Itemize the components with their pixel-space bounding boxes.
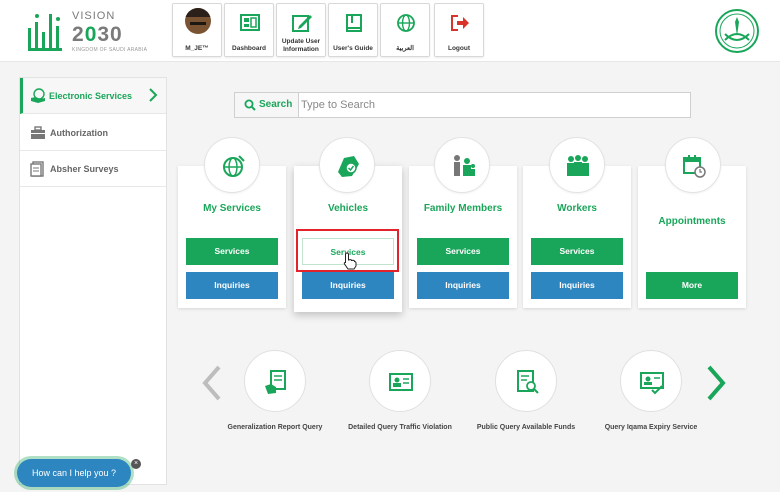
card-title: Family Members — [423, 203, 503, 214]
quick-access-iqama-expiry[interactable] — [620, 350, 682, 412]
hand-cursor-icon — [343, 252, 357, 270]
edit-icon — [292, 15, 312, 32]
card-title: Workers — [557, 203, 597, 214]
id-card-icon — [389, 373, 413, 391]
logout-icon — [451, 15, 469, 31]
update-user-info-tile[interactable]: Update User Information — [276, 3, 326, 57]
sidebar-item-electronic-services[interactable]: Electronic Services — [20, 78, 166, 114]
dashboard-label: Dashboard — [232, 45, 266, 52]
search-input[interactable] — [301, 95, 686, 115]
dashboard-icon — [240, 14, 260, 31]
sidebar-item-label: Authorization — [50, 128, 108, 138]
briefcase-icon — [31, 126, 45, 139]
vision-year: 2030 — [72, 23, 123, 46]
my-services-inquiries-button[interactable]: Inquiries — [186, 272, 278, 299]
quick-access-generalization-report[interactable] — [244, 350, 306, 412]
sidebar: Electronic Services Authorization Absher… — [19, 77, 167, 485]
car-icon — [338, 156, 359, 177]
workers-icon — [567, 155, 589, 176]
document-search-icon — [517, 370, 539, 394]
search-icon — [244, 99, 256, 111]
family-icon — [454, 155, 475, 176]
carousel-next-arrow[interactable] — [704, 364, 728, 402]
search-button-label: Search — [259, 99, 293, 110]
language-tile[interactable]: العربية — [380, 3, 430, 57]
absher-logo-icon — [28, 14, 62, 51]
appointments-more-button[interactable]: More — [646, 272, 738, 299]
user-profile-tile[interactable]: M_JE™ — [172, 3, 222, 57]
hand-icon — [31, 88, 45, 103]
card-title: Appointments — [658, 216, 726, 227]
search-button[interactable]: Search — [235, 93, 299, 117]
workers-inquiries-button[interactable]: Inquiries — [531, 272, 623, 299]
appointments-icon-circle — [665, 137, 721, 193]
id-check-icon — [640, 372, 664, 395]
chevron-right-icon — [149, 88, 158, 102]
my-services-icon-circle — [204, 137, 260, 193]
card-title: Vehicles — [327, 203, 369, 214]
sidebar-item-label: Absher Surveys — [50, 164, 119, 174]
family-members-services-button[interactable]: Services — [417, 238, 509, 265]
quick-access-label: Query Iqama Expiry Service — [604, 424, 698, 431]
vision-2030-logo[interactable]: VISION 2030 KINGDOM OF SAUDI ARABIA — [22, 6, 147, 58]
report-icon — [265, 370, 286, 394]
book-icon — [346, 14, 362, 32]
vehicles-icon-circle — [319, 137, 375, 193]
kingdom-text: KINGDOM OF SAUDI ARABIA — [72, 47, 148, 53]
card-title: My Services — [203, 203, 261, 214]
header: VISION 2030 KINGDOM OF SAUDI ARABIA M_JE… — [0, 0, 780, 62]
family-members-icon-circle — [434, 137, 490, 193]
saudi-emblem-icon — [715, 9, 759, 53]
globe-icon — [223, 155, 245, 177]
users-guide-label: User's Guide — [333, 45, 373, 52]
workers-services-button[interactable]: Services — [531, 238, 623, 265]
search-bar: Search — [234, 92, 691, 118]
sidebar-item-absher-surveys[interactable]: Absher Surveys — [20, 151, 166, 187]
vision-text: VISION — [72, 10, 116, 22]
sidebar-item-label: Electronic Services — [49, 91, 133, 101]
workers-icon-circle — [549, 137, 605, 193]
quick-access-available-funds[interactable] — [495, 350, 557, 412]
quick-access-traffic-violation[interactable] — [369, 350, 431, 412]
update-user-info-label: Update User Information — [281, 38, 321, 53]
sidebar-item-authorization[interactable]: Authorization — [20, 115, 166, 151]
user-name: M_JE™ — [185, 45, 209, 52]
carousel-prev-arrow[interactable] — [200, 364, 224, 402]
users-guide-tile[interactable]: User's Guide — [328, 3, 378, 57]
logout-label: Logout — [447, 45, 471, 52]
dashboard-tile[interactable]: Dashboard — [224, 3, 274, 57]
chat-help-button[interactable]: How can I help you ? — [17, 459, 131, 487]
avatar — [185, 8, 211, 34]
chat-close-icon[interactable]: × — [131, 459, 141, 469]
family-members-inquiries-button[interactable]: Inquiries — [417, 272, 509, 299]
vehicles-inquiries-button[interactable]: Inquiries — [302, 272, 394, 299]
survey-icon — [30, 161, 44, 177]
globe-icon — [397, 14, 415, 32]
language-label: العربية — [396, 45, 414, 52]
my-services-services-button[interactable]: Services — [186, 238, 278, 265]
logout-tile[interactable]: Logout — [434, 3, 484, 57]
calendar-icon — [683, 155, 706, 178]
